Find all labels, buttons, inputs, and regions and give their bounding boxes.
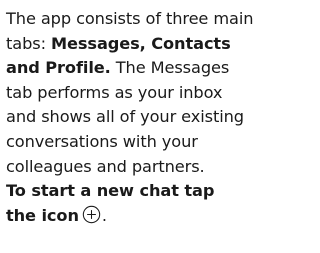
text-line-7: colleagues and partners. <box>6 155 306 180</box>
text-line-6: conversations with your <box>6 130 306 155</box>
line-2-prefix: tabs: <box>6 33 51 53</box>
period: . <box>101 205 107 225</box>
text-line-1: The app consists of three main <box>6 7 306 32</box>
the-icon-bold: the icon <box>6 205 79 225</box>
new-chat-instruction-bold: To start a new chat tap <box>6 181 215 201</box>
line-4-text: tab performs as your inbox <box>6 82 223 102</box>
text-line-4: tab performs as your inbox <box>6 81 306 106</box>
line-1-text: The app consists of three main <box>6 9 254 28</box>
tab-names-bold: Messages, Contacts <box>50 33 231 53</box>
plus-circle-icon <box>82 205 101 224</box>
text-line-3: and Profile. The Messages <box>6 56 306 81</box>
line-7-text: colleagues and partners. <box>6 156 205 176</box>
profile-tab-bold: and Profile. <box>6 58 111 78</box>
text-line-2: tabs: Messages, Contacts <box>6 32 306 57</box>
line-5-text: and shows all of your existing <box>6 107 244 127</box>
text-line-5: and shows all of your existing <box>6 105 306 130</box>
help-text-block: The app consists of three main tabs: Mes… <box>6 7 306 228</box>
line-6-text: conversations with your <box>6 131 198 151</box>
text-line-8: To start a new chat tap <box>6 179 306 204</box>
line-3-suffix: The Messages <box>110 58 230 78</box>
text-line-9: the icon. <box>6 204 306 229</box>
